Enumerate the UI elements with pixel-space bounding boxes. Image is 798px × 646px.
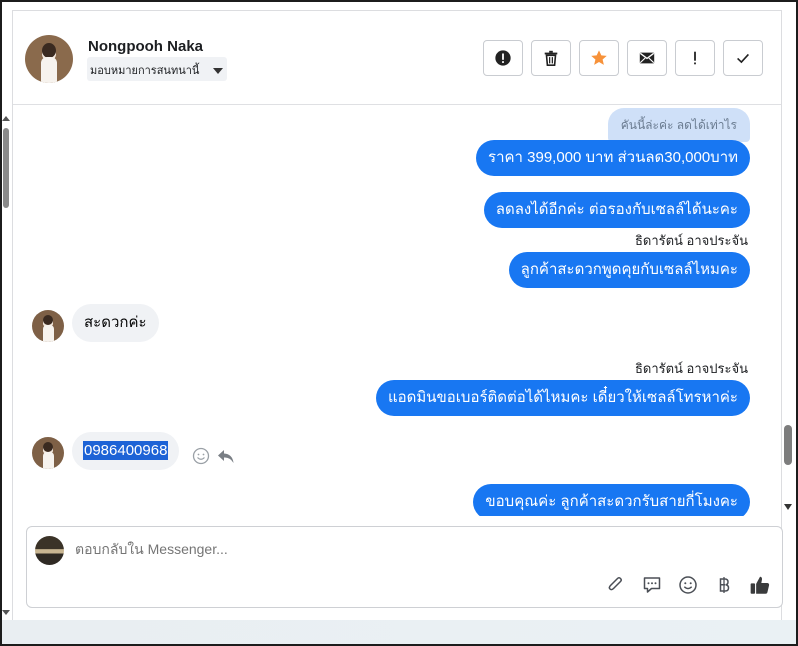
message-bubble-outgoing[interactable]: แอดมินขอเบอร์ติดต่อได้ไหมคะ เดี๋ยวให้เซล… <box>375 380 750 416</box>
messages-scroll-down-arrow[interactable] <box>784 504 792 510</box>
message-bubble-outgoing[interactable]: ลูกค้าสะดวกพูดคุยกับเซลล์ไหมคะ <box>508 252 750 288</box>
emoji-icon[interactable] <box>677 574 699 596</box>
page-avatar <box>35 536 64 565</box>
reply-input[interactable] <box>75 541 575 557</box>
star-icon <box>591 50 607 65</box>
scroll-down-arrow[interactable] <box>2 610 10 615</box>
react-icon[interactable] <box>191 446 211 466</box>
message-bubble-outgoing[interactable]: ลดลงได้อีกค่ะ ต่อรองกับเซลล์ได้นะคะ <box>483 192 750 228</box>
contact-avatar-small[interactable] <box>32 437 64 469</box>
avatar-head <box>42 43 56 58</box>
assign-conversation-dropdown[interactable]: มอบหมายการสนทนานี้ <box>87 57 228 81</box>
contact-name[interactable]: Nongpooh Naka <box>88 38 203 55</box>
scroll-up-arrow[interactable] <box>2 116 10 121</box>
contact-avatar-small[interactable] <box>32 310 64 342</box>
message-bubble-incoming[interactable]: 0986400968 <box>72 432 180 470</box>
avatar-body <box>41 57 57 83</box>
reply-composer[interactable] <box>26 526 783 608</box>
like-icon[interactable] <box>749 574 771 596</box>
sender-name: ธิดารัตน์ อาจประจัน <box>634 233 748 248</box>
outer-scrollbar-thumb[interactable] <box>3 128 9 208</box>
selected-text[interactable]: 0986400968 <box>83 441 169 460</box>
message-bubble-incoming[interactable]: สะดวกค่ะ <box>72 304 159 342</box>
caret-down-icon <box>213 68 224 74</box>
assign-label: มอบหมายการสนทนานี้ <box>90 65 200 77</box>
star-button[interactable] <box>579 40 619 76</box>
envelope-icon <box>639 52 655 64</box>
avatar-body <box>43 325 54 342</box>
paperclip-icon[interactable] <box>605 574 627 596</box>
mark-unread-button[interactable] <box>627 40 667 76</box>
message-bubble-outgoing[interactable]: ราคา 399,000 บาท ส่วนลด30,000บาท <box>476 140 750 176</box>
message-bubble-outgoing[interactable]: ขอบคุณค่ะ ลูกค้าสะดวกรับสายกี่โมงคะ <box>473 484 750 516</box>
follow-up-button[interactable] <box>675 40 715 76</box>
trash-icon <box>544 50 558 67</box>
avatar-head <box>43 442 53 452</box>
mark-done-button[interactable] <box>723 40 763 76</box>
message-thread[interactable]: คันนี้ล่ะค่ะ ลดได้เท่าไร ราคา 399,000 บา… <box>13 106 781 516</box>
baht-payment-icon[interactable] <box>713 574 735 596</box>
page-background <box>2 620 796 644</box>
contact-avatar[interactable] <box>25 35 73 83</box>
saved-replies-icon[interactable] <box>641 574 663 596</box>
follow-up-icon <box>694 51 696 65</box>
check-icon <box>737 53 749 64</box>
conversation-header: Nongpooh Naka มอบหมายการสนทนานี้ <box>13 11 781 105</box>
sender-name: ธิดารัตน์ อาจประจัน <box>634 361 748 376</box>
avatar-head <box>43 315 53 325</box>
messages-scrollbar-thumb[interactable] <box>784 425 792 465</box>
avatar-body <box>43 452 54 469</box>
message-bubble-outgoing[interactable]: คันนี้ล่ะค่ะ ลดได้เท่าไร <box>607 108 750 142</box>
delete-button[interactable] <box>531 40 571 76</box>
reply-icon[interactable] <box>216 446 236 466</box>
spam-icon <box>495 50 511 66</box>
mark-spam-button[interactable] <box>483 40 523 76</box>
